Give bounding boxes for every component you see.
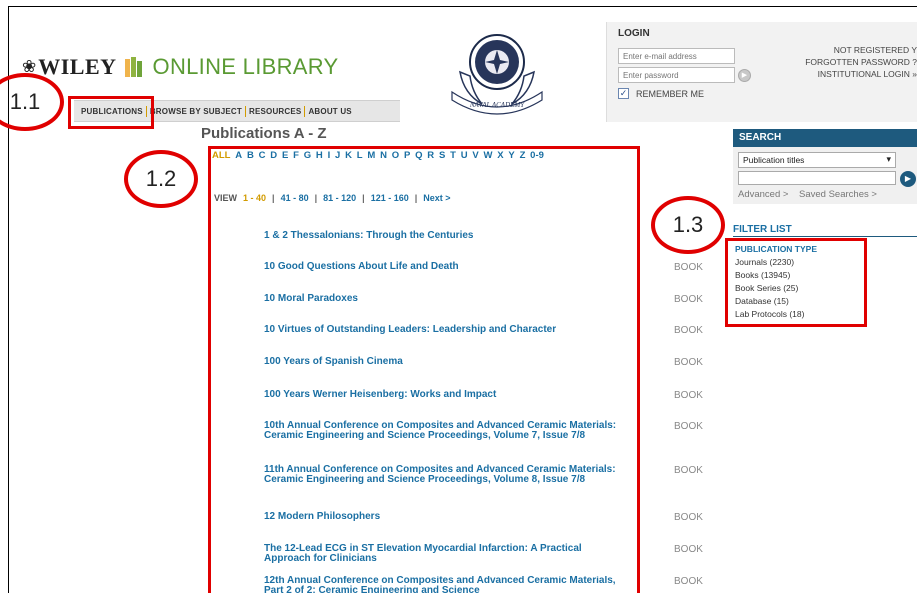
login-go-button[interactable]: ▶ bbox=[738, 69, 751, 82]
publication-type: BOOK bbox=[674, 357, 703, 368]
email-field[interactable] bbox=[618, 48, 735, 64]
saved-searches-link[interactable]: Saved Searches > bbox=[799, 189, 877, 200]
nav-resources[interactable]: RESOURCES bbox=[246, 107, 304, 116]
login-title: LOGIN bbox=[618, 28, 650, 39]
publication-type: BOOK bbox=[674, 512, 703, 523]
seal-text: NAVAL ACADEMY bbox=[469, 101, 525, 109]
remember-me-checkbox[interactable]: ✓ bbox=[618, 88, 629, 99]
naval-academy-seal: NAVAL ACADEMY bbox=[451, 34, 543, 115]
annotation-box-filter bbox=[725, 238, 867, 327]
publication-type: BOOK bbox=[674, 576, 703, 587]
annotation-box-publications bbox=[68, 96, 154, 129]
institutional-login-link[interactable]: INSTITUTIONAL LOGIN » bbox=[805, 68, 917, 80]
search-go-button[interactable]: ▶ bbox=[900, 171, 916, 187]
publication-type: BOOK bbox=[674, 544, 703, 555]
search-input[interactable] bbox=[738, 171, 896, 185]
publication-type: BOOK bbox=[674, 294, 703, 305]
annotation-box-list bbox=[208, 146, 640, 593]
login-panel: LOGIN ▶ ✓ REMEMBER ME NOT REGISTERED Y F… bbox=[606, 22, 917, 122]
filter-divider bbox=[733, 236, 917, 237]
password-field[interactable] bbox=[618, 67, 735, 83]
publication-type: BOOK bbox=[674, 325, 703, 336]
publication-type: BOOK bbox=[674, 390, 703, 401]
publication-type: BOOK bbox=[674, 465, 703, 476]
nav-browse-by-subject[interactable]: BROWSE BY SUBJECT bbox=[147, 107, 245, 116]
wiley-logo[interactable]: ❀ WILEY ONLINE LIBRARY bbox=[22, 54, 339, 80]
page-title: Publications A - Z bbox=[201, 125, 327, 142]
annotation-label-1-1: 1.1 bbox=[0, 73, 64, 131]
annotation-label-1-3: 1.3 bbox=[651, 196, 725, 254]
search-scope-select[interactable]: Publication titles bbox=[738, 152, 896, 168]
forgotten-password-link[interactable]: FORGOTTEN PASSWORD ? bbox=[805, 56, 917, 68]
annotation-label-1-2: 1.2 bbox=[124, 150, 198, 208]
advanced-search-link[interactable]: Advanced > bbox=[738, 189, 788, 200]
publication-type: BOOK bbox=[674, 262, 703, 273]
not-registered-link[interactable]: NOT REGISTERED Y bbox=[805, 44, 917, 56]
filter-list-title: FILTER LIST bbox=[733, 224, 792, 235]
books-icon bbox=[124, 57, 147, 77]
remember-me-label: REMEMBER ME bbox=[636, 89, 705, 99]
login-links: NOT REGISTERED Y FORGOTTEN PASSWORD ? IN… bbox=[805, 44, 917, 80]
logo-library-text: ONLINE LIBRARY bbox=[152, 54, 339, 79]
frame-border-top bbox=[8, 6, 917, 7]
search-links: Advanced > Saved Searches > bbox=[738, 189, 877, 200]
logo-wiley-text: WILEY bbox=[38, 54, 117, 79]
publication-type: BOOK bbox=[674, 421, 703, 432]
search-panel: Publication titles ▶ Advanced > Saved Se… bbox=[733, 147, 917, 204]
search-title: SEARCH bbox=[733, 129, 917, 147]
nav-about-us[interactable]: ABOUT US bbox=[305, 107, 354, 116]
